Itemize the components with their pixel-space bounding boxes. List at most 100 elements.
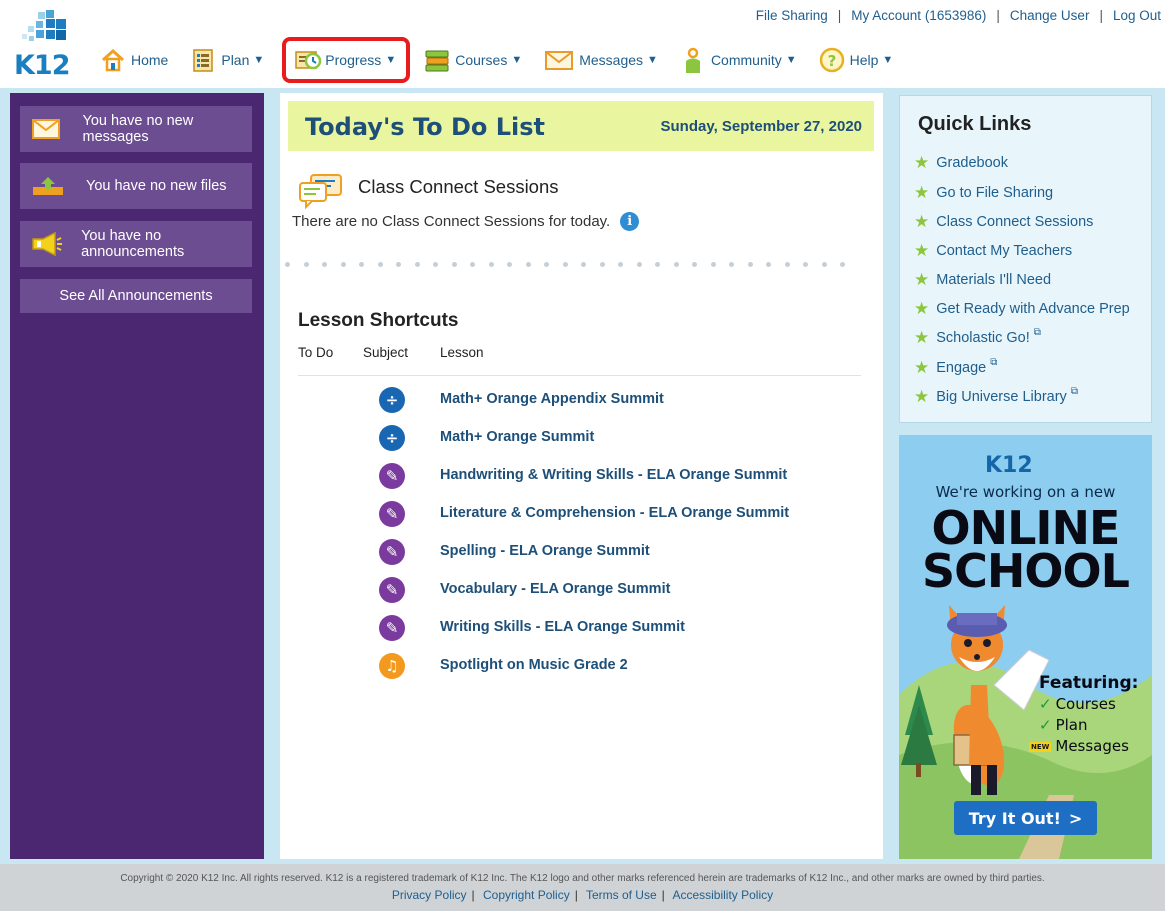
nav-home-label: Home <box>131 52 169 68</box>
table-row: ♫ Spotlight on Music Grade 2 <box>280 651 880 681</box>
announcements-notice-card[interactable]: You have no announcements <box>20 221 252 267</box>
promo-featuring: Featuring: <box>1039 673 1139 693</box>
pencil-icon: ✎ <box>379 501 405 527</box>
divide-icon: ÷ <box>379 425 405 451</box>
nav-courses[interactable]: Courses ▼ <box>424 45 522 75</box>
accessibility-policy-link[interactable]: Accessibility Policy <box>672 888 773 902</box>
table-row: ✎ Writing Skills - ELA Orange Summit <box>280 613 880 643</box>
quick-link-class-connect[interactable]: ★ Class Connect Sessions <box>914 213 1093 230</box>
messages-icon <box>544 47 574 73</box>
checkmark-icon: ✓ <box>1039 695 1052 713</box>
music-note-icon: ♫ <box>379 653 405 679</box>
footer-links: Privacy Policy | Copyright Policy | Terms … <box>0 888 1165 902</box>
promo-feature-label: Plan <box>1055 716 1088 734</box>
privacy-policy-link[interactable]: Privacy Policy <box>392 888 467 902</box>
table-row: ÷ Math+ Orange Appendix Summit <box>280 385 880 415</box>
quick-link-label: Go to File Sharing <box>936 184 1054 201</box>
courses-caret-icon: ▼ <box>511 54 523 66</box>
nav-progress-label: Progress <box>325 52 382 68</box>
pencil-icon: ✎ <box>379 615 405 641</box>
lesson-link[interactable]: Spelling - ELA Orange Summit <box>440 543 650 559</box>
star-icon: ★ <box>914 270 930 289</box>
link-separator: | <box>661 888 665 902</box>
quick-links-panel: Quick Links ★ Gradebook ★ Go to File Shari… <box>899 95 1152 423</box>
online-school-promo[interactable]: K12 We're working on a new ONLINE SCHOOL… <box>899 435 1152 859</box>
quick-link-label: Engage <box>936 359 987 376</box>
lesson-link[interactable]: Vocabulary - ELA Orange Summit <box>440 581 670 597</box>
upload-icon <box>20 163 76 209</box>
promo-subtitle: We're working on a new <box>935 483 1116 501</box>
column-header-subject: Subject <box>363 345 409 360</box>
promo-logo: K12 <box>985 453 1033 478</box>
terms-of-use-link[interactable]: Terms of Use <box>586 888 657 902</box>
column-header-lesson: Lesson <box>440 345 484 360</box>
class-connect-message: There are no Class Connect Sessions for … <box>292 212 640 231</box>
chevron-right-icon: > <box>1068 808 1083 828</box>
lesson-link[interactable]: Math+ Orange Summit <box>440 429 594 445</box>
table-row: ÷ Math+ Orange Summit <box>280 423 880 453</box>
nav-home[interactable]: Home <box>100 45 168 75</box>
nav-community[interactable]: Community ▼ <box>680 45 797 75</box>
messages-notice-card[interactable]: You have no new messages <box>20 106 252 152</box>
quick-link-file-sharing[interactable]: ★ Go to File Sharing <box>914 184 1053 201</box>
promo-headline-line2: SCHOOL <box>922 544 1130 598</box>
promo-feature-label: Courses <box>1055 695 1116 713</box>
link-separator: | <box>837 8 842 23</box>
lesson-link[interactable]: Writing Skills - ELA Orange Summit <box>440 619 685 635</box>
nav-help[interactable]: ? Help ▼ <box>819 45 893 75</box>
notification-sidebar: You have no new messages You have no new… <box>10 93 264 859</box>
table-row: ✎ Literature & Comprehension - ELA Orang… <box>280 499 880 529</box>
progress-caret-icon: ▼ <box>385 54 397 66</box>
nav-courses-label: Courses <box>455 52 508 68</box>
nav-progress[interactable]: Progress ▼ <box>282 37 411 83</box>
svg-text:?: ? <box>827 52 836 70</box>
info-icon[interactable]: i <box>620 212 640 231</box>
nav-messages[interactable]: Messages ▼ <box>544 45 658 75</box>
class-connect-message-text: There are no Class Connect Sessions for … <box>292 213 611 230</box>
megaphone-icon <box>20 221 71 267</box>
external-link-icon: ⧉ <box>1033 327 1041 338</box>
quick-link-materials[interactable]: ★ Materials I'll Need <box>914 271 1051 288</box>
quick-link-contact-teachers[interactable]: ★ Contact My Teachers <box>914 242 1072 259</box>
quick-link-gradebook[interactable]: ★ Gradebook <box>914 154 1008 171</box>
star-icon: ★ <box>914 153 930 172</box>
nav-help-label: Help <box>849 52 879 68</box>
main-nav: Home Plan ▼ Progress ▼ Courses ▼ Message… <box>100 37 915 83</box>
quick-link-scholastic[interactable]: ★ Scholastic Go! ⧉ <box>914 327 1041 346</box>
my-account-link[interactable]: My Account (1653986) <box>851 8 986 23</box>
k12-logo[interactable]: K12 <box>12 8 72 81</box>
lesson-link[interactable]: Handwriting & Writing Skills - ELA Orang… <box>440 467 787 483</box>
lesson-link[interactable]: Literature & Comprehension - ELA Orange … <box>440 505 789 521</box>
copyright-policy-link[interactable]: Copyright Policy <box>483 888 570 902</box>
table-row: ✎ Handwriting & Writing Skills - ELA Ora… <box>280 461 880 491</box>
see-all-announcements-button[interactable]: See All Announcements <box>20 279 252 313</box>
quick-link-engage[interactable]: ★ Engage ⧉ <box>914 357 998 377</box>
site-footer: Copyright © 2020 K12 Inc. All rights res… <box>0 864 1165 911</box>
section-divider <box>285 262 845 268</box>
quick-link-big-universe[interactable]: ★ Big Universe Library ⧉ <box>914 386 1078 406</box>
file-sharing-link[interactable]: File Sharing <box>756 8 828 23</box>
quick-link-label: Class Connect Sessions <box>936 213 1094 230</box>
logo-mosaic-icon <box>22 10 66 41</box>
star-icon: ★ <box>914 183 930 202</box>
change-user-link[interactable]: Change User <box>1010 8 1090 23</box>
log-out-link[interactable]: Log Out <box>1113 8 1161 23</box>
table-row: ✎ Spelling - ELA Orange Summit <box>280 537 880 567</box>
lesson-link[interactable]: Spotlight on Music Grade 2 <box>440 657 628 673</box>
promo-feature-label: Messages <box>1055 737 1129 755</box>
quick-link-advance-prep[interactable]: ★ Get Ready with Advance Prep <box>914 300 1130 317</box>
messages-caret-icon: ▼ <box>647 54 658 66</box>
files-notice-card[interactable]: You have no new files <box>20 163 252 209</box>
lesson-link[interactable]: Math+ Orange Appendix Summit <box>440 391 664 407</box>
try-it-out-label: Try It Out! <box>968 808 1061 828</box>
quick-links-title: Quick Links <box>918 113 1032 135</box>
external-link-icon: ⧉ <box>990 357 998 368</box>
star-icon: ★ <box>914 358 930 377</box>
class-connect-title: Class Connect Sessions <box>358 176 559 197</box>
try-it-out-button[interactable]: Try It Out! > <box>954 801 1097 835</box>
site-header: K12 File Sharing | My Account (1653986) … <box>0 0 1165 88</box>
lesson-shortcuts-title: Lesson Shortcuts <box>298 310 459 331</box>
envelope-icon <box>20 106 72 152</box>
nav-plan[interactable]: Plan ▼ <box>190 45 264 75</box>
star-icon: ★ <box>914 387 930 406</box>
